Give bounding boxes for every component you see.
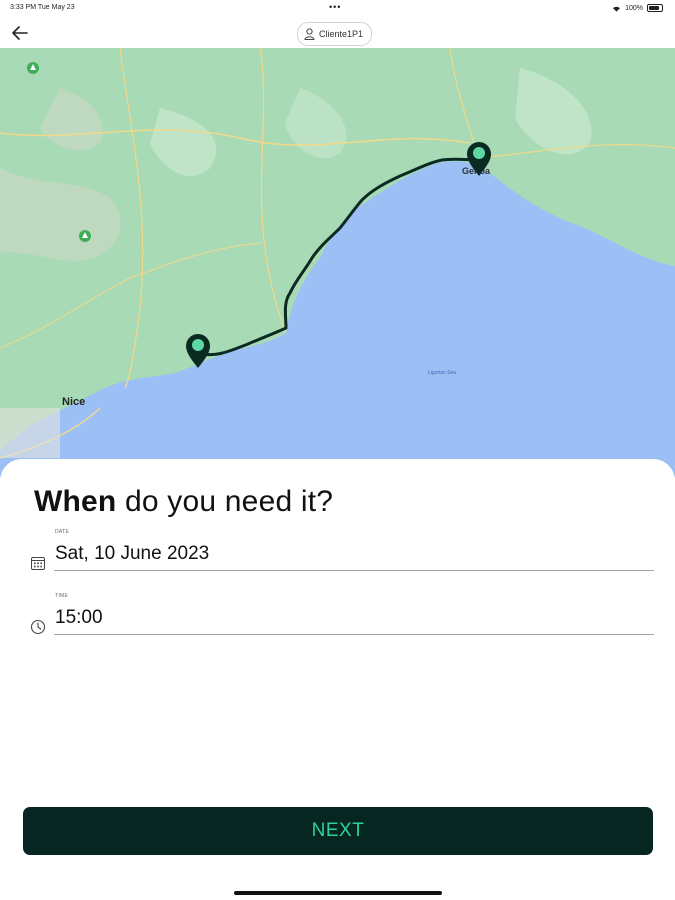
back-arrow-icon (12, 26, 28, 40)
next-button[interactable]: NEXT (23, 807, 653, 855)
battery-icon (647, 4, 663, 12)
status-right: 100% (612, 4, 663, 12)
time-value[interactable]: 15:00 (55, 607, 103, 629)
home-indicator (234, 891, 442, 895)
user-chip[interactable]: Cliente1P1 (297, 22, 373, 46)
map-label-nice: Nice (62, 396, 85, 408)
date-label: DATE (55, 529, 70, 535)
calendar-icon (31, 557, 45, 570)
route-map[interactable]: Nice Genoa Ligurian Sea (0, 48, 675, 478)
page-title-rest: do you need it? (116, 485, 334, 518)
bottom-sheet: When do you need it? DATE Sat, 10 June 2… (0, 459, 675, 900)
time-label: TIME (55, 593, 69, 599)
park-pin-icon (79, 230, 91, 242)
top-bar: Cliente1P1 (0, 18, 675, 48)
multitasking-dots-icon[interactable]: ••• (329, 2, 341, 12)
back-button[interactable] (10, 24, 30, 42)
status-time: 3:33 PM Tue May 23 (10, 4, 75, 11)
date-field[interactable]: DATE Sat, 10 June 2023 (28, 529, 654, 573)
time-underline (54, 634, 654, 635)
user-icon (304, 28, 315, 40)
page-title-bold: When (34, 485, 117, 518)
status-bar: 3:33 PM Tue May 23 ••• 100% (0, 0, 675, 18)
wifi-icon (613, 6, 621, 12)
page-title: When do you need it? (34, 485, 333, 519)
clock-icon (30, 619, 46, 635)
map-canvas: Nice Genoa Ligurian Sea (0, 48, 675, 478)
user-name: Cliente1P1 (319, 29, 364, 39)
park-pin-icon (27, 62, 39, 74)
battery-percent: 100% (625, 4, 643, 12)
map-label-sea: Ligurian Sea (428, 370, 456, 376)
date-underline (54, 570, 654, 571)
date-value[interactable]: Sat, 10 June 2023 (55, 543, 209, 565)
time-field[interactable]: TIME 15:00 (28, 593, 654, 637)
